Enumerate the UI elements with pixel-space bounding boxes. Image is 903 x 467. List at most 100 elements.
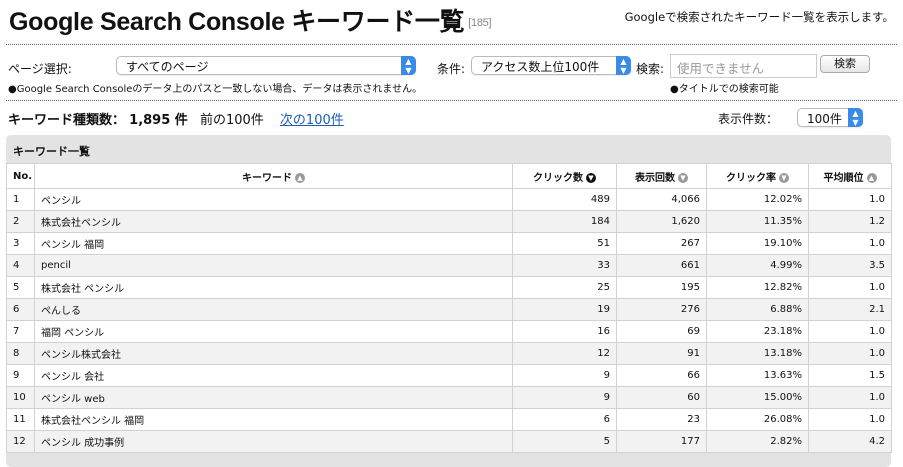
page-select-value: すべてのページ	[126, 60, 209, 74]
keyword-table: No. キーワード ▲ クリック数 ▼ 表示回数 ▼ クリック率 ▼ 平均順位 ▲ 1 ペン…	[6, 163, 892, 453]
cell-ctr: 15.00%	[706, 386, 809, 409]
cell-clicks: 25	[512, 276, 617, 299]
table-row: 6 ぺんしる 19 276 6.88% 2.1	[6, 298, 892, 321]
cell-no: 2	[6, 210, 35, 233]
search-label: 検索:	[636, 62, 665, 76]
page-select[interactable]: すべてのページ ▲ ▼	[116, 56, 416, 75]
col-header-impressions-label: 表示回数	[635, 172, 675, 184]
cell-ctr: 2.82%	[706, 430, 809, 453]
sort-down-icon: ▼	[678, 172, 688, 183]
col-header-keyword-label: キーワード	[242, 172, 292, 184]
col-header-position[interactable]: 平均順位 ▲	[808, 163, 892, 189]
page-title-text: Google Search Console キーワード一覧	[9, 8, 465, 36]
next-page-link[interactable]: 次の100件	[280, 113, 344, 128]
cell-position: 1.0	[808, 386, 892, 409]
cell-impressions: 1,620	[616, 210, 707, 233]
sort-down-icon: ▼	[586, 172, 596, 183]
table-row: 8 ペンシル株式会社 12 91 13.18% 1.0	[6, 342, 892, 365]
cell-impressions: 661	[616, 254, 707, 277]
cell-no: 8	[6, 342, 35, 365]
prev-page-text: 前の100件	[199, 113, 264, 128]
cell-position: 2.1	[808, 298, 892, 321]
col-header-clicks[interactable]: クリック数 ▼	[512, 163, 617, 189]
cell-impressions: 195	[616, 276, 707, 299]
cell-ctr: 6.88%	[706, 298, 809, 321]
cell-clicks: 6	[512, 408, 617, 431]
cell-clicks: 489	[512, 188, 617, 211]
cell-keyword: ペンシル 福岡	[34, 232, 513, 255]
cell-no: 5	[6, 276, 35, 299]
chevron-updown-icon: ▲ ▼	[848, 108, 863, 127]
cell-keyword: ペンシル 会社	[34, 364, 513, 387]
keyword-panel: キーワード一覧 No. キーワード ▲ クリック数 ▼ 表示回数 ▼ クリック率 ▼ 平…	[6, 135, 892, 467]
cell-impressions: 276	[616, 298, 707, 321]
cell-position: 1.0	[808, 320, 892, 343]
cell-ctr: 19.10%	[706, 232, 809, 255]
cell-keyword: ペンシル	[34, 188, 513, 211]
table-row: 11 株式会社ペンシル 福岡 6 23 26.08% 1.0	[6, 408, 892, 431]
cell-position: 1.2	[808, 210, 892, 233]
cell-position: 1.0	[808, 232, 892, 255]
cell-no: 6	[6, 298, 35, 321]
cell-ctr: 26.08%	[706, 408, 809, 431]
chevron-updown-icon: ▲ ▼	[616, 56, 631, 75]
page-title: Google Search Console キーワード一覧 [185]	[9, 2, 492, 38]
cell-position: 1.0	[808, 342, 892, 365]
chevron-updown-icon: ▲ ▼	[401, 56, 416, 75]
table-row: 4 pencil 33 661 4.99% 3.5	[6, 254, 892, 277]
cell-ctr: 23.18%	[706, 320, 809, 343]
search-input[interactable]: 使用できません	[670, 54, 817, 78]
col-header-keyword[interactable]: キーワード ▲	[34, 163, 513, 189]
cell-keyword: ペンシル web	[34, 386, 513, 409]
cell-impressions: 177	[616, 430, 707, 453]
table-row: 9 ペンシル 会社 9 66 13.63% 1.5	[6, 364, 892, 387]
col-header-position-label: 平均順位	[823, 172, 864, 184]
table-row: 1 ペンシル 489 4,066 12.02% 1.0	[6, 188, 892, 211]
cell-impressions: 23	[616, 408, 707, 431]
cell-no: 7	[6, 320, 35, 343]
table-row: 5 株式会社 ペンシル 25 195 12.82% 1.0	[6, 276, 892, 299]
table-row: 12 ペンシル 成功事例 5 177 2.82% 4.2	[6, 430, 892, 453]
condition-label: 条件:	[437, 62, 466, 76]
condition-select[interactable]: アクセス数上位100件 ▲ ▼	[471, 56, 631, 75]
table-row: 10 ペンシル web 9 60 15.00% 1.0	[6, 386, 892, 409]
cell-impressions: 91	[616, 342, 707, 365]
cell-ctr: 12.82%	[706, 276, 809, 299]
condition-select-value: アクセス数上位100件	[481, 60, 600, 74]
per-page-value: 100件	[807, 112, 842, 126]
page-description: Googleで検索されたキーワード一覧を表示します。	[624, 10, 894, 24]
cell-impressions: 66	[616, 364, 707, 387]
cell-position: 3.5	[808, 254, 892, 277]
cell-no: 12	[6, 430, 35, 453]
cell-impressions: 69	[616, 320, 707, 343]
col-header-ctr[interactable]: クリック率 ▼	[706, 163, 809, 189]
cell-impressions: 4,066	[616, 188, 707, 211]
search-button[interactable]: 検索	[820, 55, 870, 73]
keyword-total-badge: [185]	[468, 17, 492, 30]
cell-clicks: 184	[512, 210, 617, 233]
cell-keyword: ペンシル株式会社	[34, 342, 513, 365]
keyword-count-label: キーワード種類数：	[8, 113, 126, 128]
table-header-row: No. キーワード ▲ クリック数 ▼ 表示回数 ▼ クリック率 ▼ 平均順位 ▲	[6, 163, 892, 189]
cell-position: 1.5	[808, 364, 892, 387]
col-header-ctr-label: クリック率	[726, 172, 776, 184]
divider-top	[6, 44, 897, 45]
cell-clicks: 33	[512, 254, 617, 277]
cell-no: 1	[6, 188, 35, 211]
divider-middle	[6, 100, 897, 101]
table-row: 3 ペンシル 福岡 51 267 19.10% 1.0	[6, 232, 892, 255]
cell-no: 3	[6, 232, 35, 255]
cell-impressions: 60	[616, 386, 707, 409]
cell-position: 4.2	[808, 430, 892, 453]
cell-clicks: 16	[512, 320, 617, 343]
cell-no: 10	[6, 386, 35, 409]
keyword-count-value: 1,895 件	[129, 113, 188, 128]
page-select-label: ページ選択:	[8, 62, 72, 76]
table-row: 2 株式会社ペンシル 184 1,620 11.35% 1.2	[6, 210, 892, 233]
col-header-clicks-label: クリック数	[533, 172, 583, 184]
cell-no: 11	[6, 408, 35, 431]
per-page-select[interactable]: 100件 ▲ ▼	[797, 108, 863, 127]
cell-position: 1.0	[808, 188, 892, 211]
col-header-impressions[interactable]: 表示回数 ▼	[616, 163, 707, 189]
sort-down-icon: ▼	[779, 172, 789, 183]
